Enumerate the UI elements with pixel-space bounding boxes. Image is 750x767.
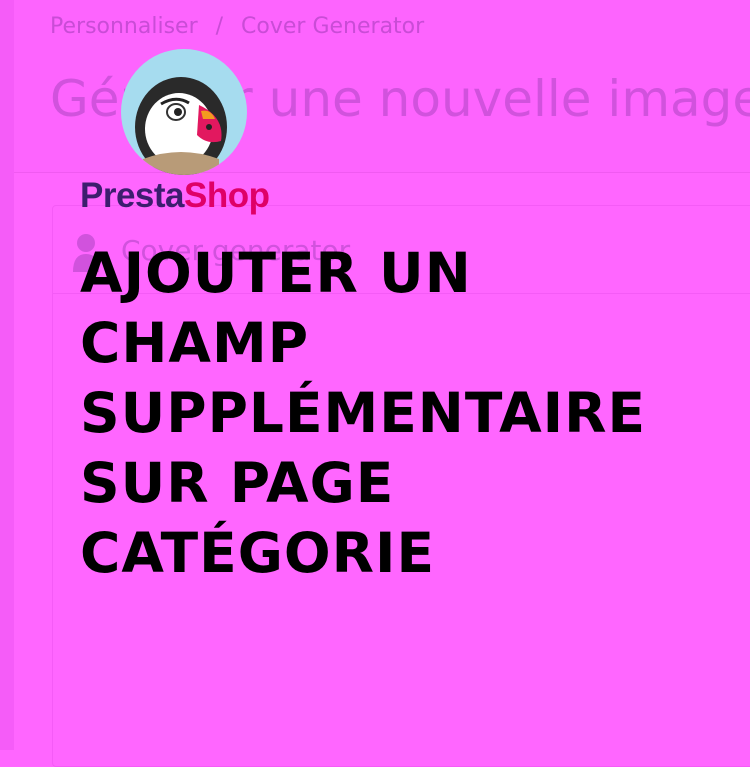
headline-line-5: CATÉGORIE (80, 521, 436, 585)
admin-sidebar (0, 0, 14, 750)
headline-line-2: CHAMP (80, 311, 310, 375)
breadcrumb-parent[interactable]: Personnaliser (50, 14, 198, 39)
puffin-mascot-icon (121, 49, 247, 175)
headline-line-3: SUPPLÉMENTAIRE (80, 381, 647, 445)
prestashop-logo: PrestaShop (80, 176, 270, 216)
brand-part-1: Presta (80, 176, 185, 215)
headline-line-1: AJOUTER UN (80, 241, 472, 305)
headline: AJOUTER UN CHAMP SUPPLÉMENTAIRE SUR PAGE… (80, 238, 700, 588)
brand-part-2: Shop (184, 176, 270, 215)
headline-line-4: SUR PAGE (80, 451, 395, 515)
breadcrumb: Personnaliser / Cover Generator (50, 14, 424, 39)
breadcrumb-current: Cover Generator (241, 14, 425, 39)
breadcrumb-separator: / (215, 14, 224, 39)
